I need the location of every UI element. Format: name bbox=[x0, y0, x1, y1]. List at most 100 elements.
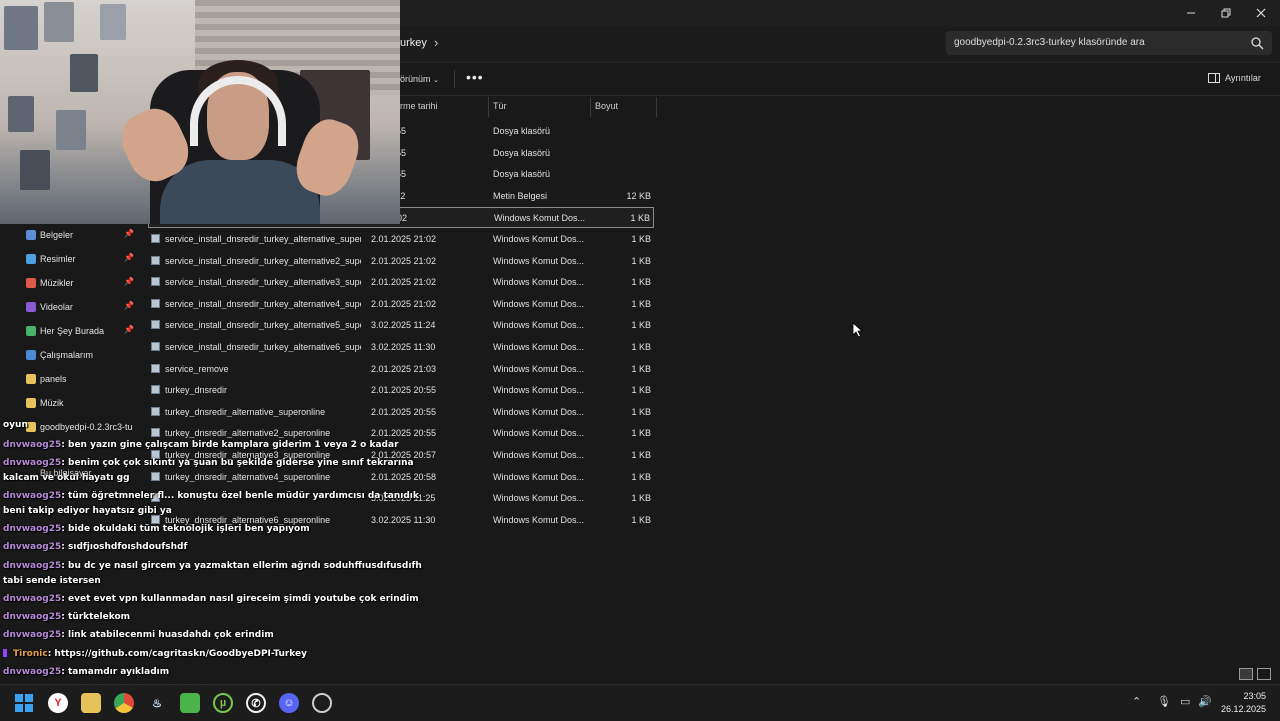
chat-text: : https://github.com/cagritaskn/GoodbyeD… bbox=[47, 649, 308, 659]
chat-username[interactable]: dnvwaog25 bbox=[3, 542, 61, 552]
notepad-icon[interactable] bbox=[180, 693, 200, 713]
sidebar-item-icon bbox=[26, 254, 36, 264]
chat-message: tabi sende istersen bbox=[3, 576, 101, 586]
file-row[interactable]: service_remove 2.01.2025 21:03 Windows Kom… bbox=[148, 359, 654, 380]
sidebar-item[interactable]: panels bbox=[0, 368, 140, 390]
chat-username[interactable]: dnvwaog25 bbox=[3, 561, 61, 571]
chevron-down-icon: ⌄ bbox=[433, 77, 439, 84]
chat-message: dnvwaog25: benim çok çok sıkıntı ya şuan… bbox=[3, 458, 414, 468]
column-header-type[interactable]: Tür bbox=[493, 96, 507, 116]
close-button[interactable] bbox=[1244, 0, 1278, 26]
column-header-size[interactable]: Boyut bbox=[595, 96, 618, 116]
file-icon bbox=[151, 234, 160, 243]
chat-text: : tüm öğretmneler fl... konuştu özel ben… bbox=[61, 491, 419, 501]
file-date: 2.01.2025 21:02 bbox=[371, 298, 437, 309]
pin-icon[interactable]: 📌 bbox=[124, 325, 134, 334]
volume-icon[interactable]: 🔊 bbox=[1198, 695, 1212, 708]
chat-username[interactable]: dnvwaog25 bbox=[3, 594, 61, 604]
file-row[interactable]: service_install_dnsredir_turkey_alternat… bbox=[148, 272, 654, 293]
file-type: Windows Komut Dos... bbox=[493, 493, 585, 504]
discord-icon[interactable]: ☺ bbox=[279, 693, 299, 713]
chat-username[interactable]: dnvwaog25 bbox=[3, 612, 61, 622]
file-size: 1 KB bbox=[631, 450, 651, 460]
file-row[interactable]: service_install_dnsredir_turkey_alternat… bbox=[148, 315, 654, 336]
details-view-button[interactable] bbox=[1239, 668, 1253, 680]
microphone-icon[interactable]: 🎙 bbox=[1157, 695, 1171, 708]
column-divider[interactable] bbox=[656, 97, 657, 117]
sidebar-item-icon bbox=[26, 278, 36, 288]
yandex-browser-icon[interactable]: Y bbox=[48, 693, 68, 713]
chat-text: : bide okuldaki tüm teknolojik işleri be… bbox=[61, 524, 310, 534]
file-name: turkey_dnsredir_alternative4_superonline bbox=[165, 471, 331, 482]
breadcrumb-current[interactable]: urkey bbox=[400, 37, 427, 49]
utorrent-icon[interactable]: µ bbox=[213, 693, 233, 713]
chat-username[interactable]: dnvwaog25 bbox=[3, 524, 61, 534]
details-pane-icon bbox=[1208, 73, 1220, 83]
search-input[interactable]: goodbyedpi-0.2.3rc3-turkey klasöründe ar… bbox=[946, 31, 1272, 55]
file-icon bbox=[151, 514, 160, 524]
column-header-date[interactable]: rme tarihi bbox=[400, 96, 438, 116]
pin-icon[interactable]: 📌 bbox=[124, 301, 134, 310]
file-row[interactable]: service_install_dnsredir_turkey_alternat… bbox=[148, 251, 654, 272]
chat-username[interactable]: dnvwaog25 bbox=[3, 667, 61, 677]
file-row[interactable]: service_install_dnsredir_turkey_alternat… bbox=[148, 294, 654, 315]
file-explorer-icon[interactable] bbox=[81, 693, 101, 713]
file-row[interactable]: turkey_dnsredir_alternative4_superonline… bbox=[148, 467, 654, 488]
chat-username[interactable]: dnvwaog25 bbox=[3, 440, 61, 450]
clock-date: 26.12.2025 bbox=[1220, 704, 1266, 714]
minimize-button[interactable] bbox=[1174, 0, 1208, 26]
system-clock[interactable]: 23:05 26.12.2025 bbox=[1221, 690, 1266, 716]
sidebar-item[interactable]: Çalışmalarım bbox=[0, 344, 140, 366]
file-row[interactable]: service_install_dnsredir_turkey_alternat… bbox=[148, 229, 654, 250]
column-divider[interactable] bbox=[488, 97, 489, 117]
details-pane-button[interactable]: Ayrıntılar bbox=[1208, 73, 1261, 83]
sidebar-item-icon bbox=[26, 350, 36, 360]
restore-button[interactable] bbox=[1209, 0, 1243, 26]
file-name: service_install_dnsredir_turkey_alternat… bbox=[165, 320, 361, 331]
file-type: Windows Komut Dos... bbox=[493, 471, 585, 482]
sidebar-item[interactable]: Belgeler 📌 bbox=[0, 224, 140, 246]
chat-message: dnvwaog25: link atabilecenmi huasdahdı ç… bbox=[3, 630, 274, 640]
sidebar-item[interactable]: Müzik bbox=[0, 392, 140, 414]
file-row[interactable]: turkey_dnsredir_alternative_superonline 2… bbox=[148, 402, 654, 423]
steam-icon[interactable]: ♨ bbox=[147, 693, 167, 713]
sidebar-item[interactable]: Her Şey Burada 📌 bbox=[0, 320, 140, 342]
whatsapp-icon[interactable]: ✆ bbox=[246, 693, 266, 713]
file-row[interactable]: turkey_dnsredir 2.01.2025 20:55 Windows Ko… bbox=[148, 380, 654, 401]
chat-username[interactable]: Tironic bbox=[13, 649, 48, 659]
chevron-up-icon[interactable]: ⌃ bbox=[1132, 695, 1141, 708]
view-menu-button[interactable]: örünüm ⌄ bbox=[400, 74, 439, 84]
pin-icon[interactable]: 📌 bbox=[124, 253, 134, 262]
file-date: 3.02.2025 11:24 bbox=[371, 320, 436, 331]
chevron-right-icon[interactable]: › bbox=[434, 35, 438, 50]
chat-username[interactable]: dnvwaog25 bbox=[3, 458, 61, 468]
file-size: 1 KB bbox=[631, 277, 651, 288]
file-date: 2.01.2025 20:58 bbox=[371, 471, 437, 482]
details-pane-label: Ayrıntılar bbox=[1225, 73, 1261, 83]
sidebar-item-label: Müzik bbox=[40, 398, 64, 408]
file-row[interactable]: service_install_dnsredir_turkey_alternat… bbox=[148, 337, 654, 358]
cursor-arrow-icon bbox=[852, 322, 864, 338]
this-pc-nav-label[interactable]: Bu bilgisayar bbox=[40, 468, 92, 478]
sidebar-item-icon bbox=[26, 326, 36, 336]
file-size: 1 KB bbox=[631, 471, 651, 482]
chat-username[interactable]: dnvwaog25 bbox=[3, 491, 61, 501]
file-size: 1 KB bbox=[631, 298, 651, 309]
sidebar-item[interactable]: Müzikler 📌 bbox=[0, 272, 140, 294]
file-name: turkey_dnsredir bbox=[165, 385, 228, 396]
more-options-button[interactable]: ••• bbox=[466, 69, 484, 85]
column-divider[interactable] bbox=[590, 97, 591, 117]
sidebar-item[interactable]: Videolar 📌 bbox=[0, 296, 140, 318]
thumbnail-view-button[interactable] bbox=[1257, 668, 1271, 680]
pin-icon[interactable]: 📌 bbox=[124, 229, 134, 238]
network-icon[interactable]: ▭ bbox=[1180, 695, 1190, 708]
chrome-icon[interactable] bbox=[114, 693, 134, 713]
windows-start-icon[interactable] bbox=[14, 693, 34, 713]
wall-poster bbox=[56, 110, 86, 150]
sidebar-item[interactable]: Resimler 📌 bbox=[0, 248, 140, 270]
file-size: 12 KB bbox=[626, 190, 651, 201]
clock-app-icon[interactable] bbox=[312, 693, 332, 713]
chat-username[interactable]: dnvwaog25 bbox=[3, 630, 61, 640]
pin-icon[interactable]: 📌 bbox=[124, 277, 134, 286]
sidebar-item-label: Müzikler bbox=[40, 278, 74, 288]
